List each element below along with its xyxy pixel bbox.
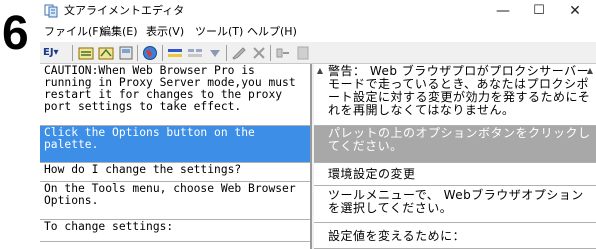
window-title: 文アライメントエディタ [64, 4, 185, 17]
toolbar-separator [137, 45, 138, 61]
toolbar-separator [162, 45, 163, 61]
merge-icon[interactable] [167, 45, 183, 61]
segment-target-1[interactable]: 警告： Web ブラウザプロがプロクシサーバーモードで走っているとき、あなたはプ… [314, 64, 596, 126]
segment-source-2[interactable]: Click the Options button on the palette. [40, 126, 310, 163]
delete-icon[interactable] [251, 45, 267, 61]
segment-target-5[interactable]: 設定値を変えるために： [314, 223, 596, 249]
menu-file[interactable]: ファイル(F) [44, 24, 103, 40]
segment-target-3[interactable]: 環境設定の変更 [314, 163, 596, 186]
document-icon[interactable] [118, 45, 134, 61]
close-button[interactable]: ✕ [558, 0, 592, 22]
toolbar: EJ▾ [40, 42, 596, 64]
segment-source-1[interactable]: CAUTION:When Web Browser Pro is running … [40, 64, 310, 126]
menu-help[interactable]: ヘルプ(H) [247, 24, 297, 40]
align-icon[interactable] [78, 45, 94, 61]
segment-source-3[interactable]: How do I change the settings? [40, 163, 310, 182]
toolbar-separator [72, 45, 73, 61]
down-arrow-icon[interactable] [207, 45, 223, 61]
segment-target-2[interactable]: パレットの上のオプションボタンをクリックしてください。 [314, 126, 596, 163]
menu-view[interactable]: 表示(V) [146, 24, 184, 40]
source-pane[interactable]: CAUTION:When Web Browser Pro is running … [40, 64, 312, 249]
app-window: 文アライメントエディタ — ☐ ✕ ファイル(F) 編集(E) 表示(V) ツー… [40, 0, 596, 249]
step-number: 6 [2, 7, 29, 60]
language-dropdown[interactable]: EJ▾ [43, 45, 59, 61]
menu-edit[interactable]: 編集(E) [100, 24, 138, 40]
blank-icon[interactable] [295, 45, 311, 61]
globe-icon[interactable] [142, 45, 158, 61]
insert-icon[interactable] [275, 45, 291, 61]
app-icon [44, 4, 58, 18]
maximize-button[interactable]: ☐ [522, 0, 556, 22]
segment-target-4[interactable]: ツールメニューで、 Webブラウザオプションを選択してください。 [314, 186, 596, 223]
target-pane[interactable]: ▲ ▲ 警告： Web ブラウザプロがプロクシサーバーモードで走っているとき、あ… [314, 64, 596, 249]
toolbar-separator [226, 45, 227, 61]
align-icon[interactable] [98, 45, 114, 61]
edit-icon[interactable] [231, 45, 247, 61]
title-bar: 文アライメントエディタ — ☐ ✕ [40, 0, 596, 22]
toolbar-separator [270, 45, 271, 61]
segment-source-5[interactable]: To change settings: [40, 220, 310, 242]
menu-bar: ファイル(F) 編集(E) 表示(V) ツール(T) ヘルプ(H) [40, 22, 596, 42]
menu-tools[interactable]: ツール(T) [195, 24, 243, 40]
split-icon[interactable] [187, 45, 203, 61]
minimize-button[interactable]: — [486, 0, 520, 22]
segment-source-4[interactable]: On the Tools menu, choose Web Browser Op… [40, 182, 310, 220]
